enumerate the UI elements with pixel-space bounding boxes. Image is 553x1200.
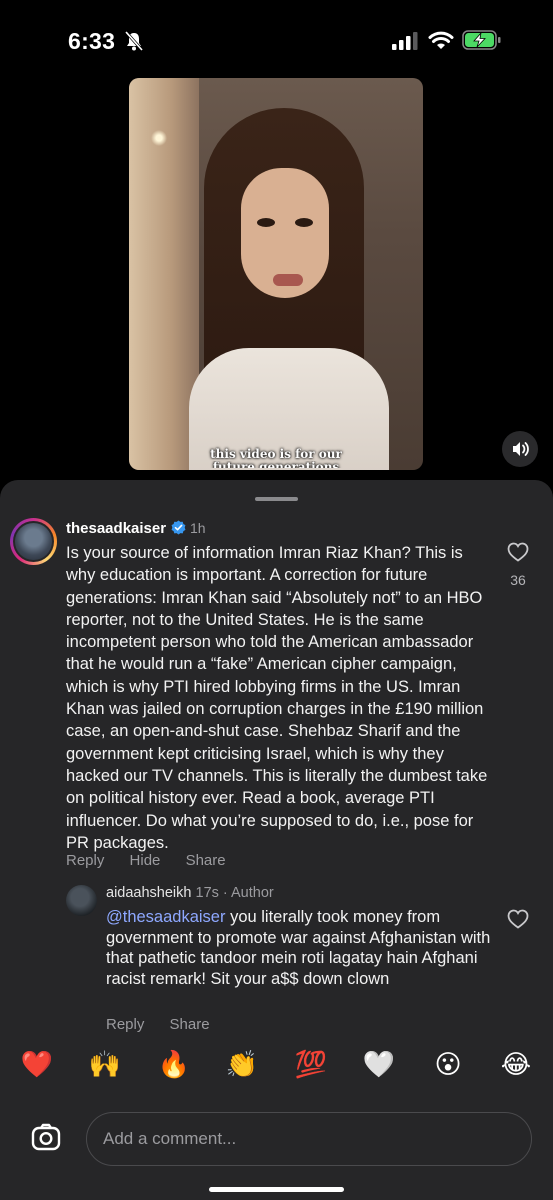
reply-actions: Reply Share	[106, 1016, 231, 1033]
reaction-emoji[interactable]: 😮	[428, 1045, 468, 1085]
reaction-emoji[interactable]: 🔥	[154, 1045, 194, 1085]
reply-button[interactable]: Reply	[66, 852, 104, 869]
mention-link[interactable]: @thesaadkaiser	[106, 908, 225, 926]
video-caption: this video is for our future generations	[129, 447, 423, 469]
reply-timestamp: 17s	[195, 885, 219, 901]
video-subject-mouth	[273, 274, 303, 286]
author-badge: Author	[231, 885, 274, 901]
battery-charging-icon	[462, 30, 501, 50]
status-bar: 6:33	[0, 0, 553, 80]
reply-header: aidaahsheikh 17s · Author	[106, 885, 274, 901]
reply-button[interactable]: Reply	[106, 1016, 144, 1033]
comment-timestamp: 1h	[190, 520, 206, 536]
quick-reactions-bar: ❤️ 🙌 🔥 👏 💯 🤍 😮 😂	[0, 1045, 553, 1085]
reaction-emoji[interactable]: 🙌	[85, 1045, 125, 1085]
wifi-icon	[428, 31, 454, 49]
hide-button[interactable]: Hide	[130, 852, 161, 869]
status-time: 6:33	[68, 28, 116, 54]
like-count: 36	[510, 572, 526, 588]
sound-toggle-button[interactable]	[502, 431, 538, 467]
home-indicator[interactable]	[209, 1187, 344, 1192]
camera-icon[interactable]	[30, 1122, 62, 1154]
avatar[interactable]	[10, 518, 57, 565]
reaction-emoji[interactable]: 👏	[222, 1045, 262, 1085]
reply-text: @thesaadkaiser you literally took money …	[106, 907, 496, 989]
video-player[interactable]: this video is for our future generations	[129, 78, 423, 470]
reaction-emoji[interactable]: 🤍	[359, 1045, 399, 1085]
comment-composer: Add a comment...	[0, 1095, 553, 1166]
reply-separator: ·	[222, 885, 228, 901]
share-button[interactable]: Share	[186, 852, 226, 869]
video-caption-line: future generations	[212, 461, 340, 468]
comment-actions: Reply Hide Share	[66, 852, 247, 869]
video-subject-eye	[257, 218, 275, 227]
speaker-icon	[513, 442, 529, 456]
avatar-inner	[13, 521, 54, 562]
comment-input[interactable]: Add a comment...	[86, 1112, 532, 1166]
reaction-emoji[interactable]: 😂	[496, 1045, 536, 1085]
reaction-emoji[interactable]: ❤️	[17, 1045, 57, 1085]
reaction-emoji[interactable]: 💯	[291, 1045, 331, 1085]
sheet-drag-handle[interactable]	[255, 497, 298, 501]
bell-slash-icon	[125, 31, 143, 51]
comment-username[interactable]: thesaadkaiser	[66, 520, 166, 537]
heart-icon[interactable]	[507, 542, 529, 562]
heart-icon[interactable]	[507, 909, 529, 929]
signal-icon	[392, 32, 418, 50]
reply-avatar[interactable]	[66, 885, 97, 916]
reply-username[interactable]: aidaahsheikh	[106, 885, 191, 901]
comments-sheet: thesaadkaiser 1h Is your source of infor…	[0, 480, 553, 1200]
comment-text: Is your source of information Imran Riaz…	[66, 544, 488, 852]
video-subject-eye	[295, 218, 313, 227]
verified-badge-icon	[171, 520, 186, 535]
share-button[interactable]: Share	[170, 1016, 210, 1033]
video-caption-line: this video is for our	[210, 447, 342, 461]
avatar-image	[15, 523, 52, 560]
